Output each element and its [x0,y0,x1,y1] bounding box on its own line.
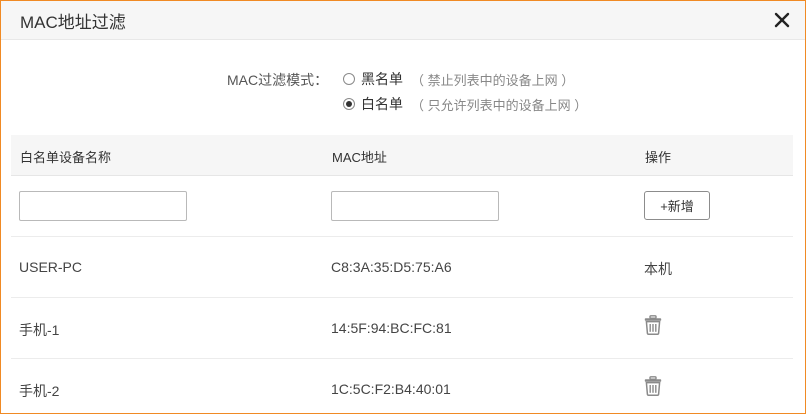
add-button[interactable]: +新增 [644,191,710,220]
column-header-device-name: 白名单设备名称 [20,150,112,165]
blacklist-radio-option[interactable]: 黑名单 （ 禁止列表中的设备上网 ） [343,69,574,89]
whitelist-radio-option[interactable]: 白名单 （ 只允许列表中的设备上网 ） [343,94,587,114]
mac-filter-dialog: MAC地址过滤 MAC过滤模式： 黑名单 （ 禁止列表中的设备上网 ） 白名单 … [0,0,806,414]
blacklist-label: 黑名单 [361,71,403,87]
dialog-title: MAC地址过滤 [20,13,126,32]
column-header-mac: MAC地址 [332,150,387,165]
whitelist-label: 白名单 [361,96,403,112]
mac-address-cell: 1C:5C:F2:B4:40:01 [331,381,451,397]
new-entry-row: +新增 [11,176,793,237]
this-device-label: 本机 [644,261,672,277]
dialog-title-bar: MAC地址过滤 [1,1,805,40]
table-row: 手机-1 14:5F:94:BC:FC:81 [11,298,793,359]
whitelist-radio[interactable] [343,98,355,110]
device-name-input[interactable] [19,191,187,221]
whitelist-hint: （ 只允许列表中的设备上网 ） [411,97,588,113]
table-row: 手机-2 1C:5C:F2:B4:40:01 [11,359,793,414]
close-icon[interactable] [773,11,791,29]
filter-mode-label: MAC过滤模式： [227,72,329,88]
device-name-cell: 手机-2 [19,383,60,399]
table-header: 白名单设备名称 MAC地址 操作 [11,135,793,176]
trash-icon[interactable] [644,315,662,335]
trash-icon[interactable] [644,376,662,396]
mac-address-cell: 14:5F:94:BC:FC:81 [331,320,452,336]
table-row: USER-PC C8:3A:35:D5:75:A6 本机 [11,237,793,298]
mac-address-input[interactable] [331,191,499,221]
column-header-action: 操作 [645,150,672,165]
device-name-cell: 手机-1 [19,322,60,338]
blacklist-radio[interactable] [343,73,355,85]
mac-address-cell: C8:3A:35:D5:75:A6 [331,259,452,275]
device-name-cell: USER-PC [19,259,83,275]
blacklist-hint: （ 禁止列表中的设备上网 ） [411,72,575,88]
